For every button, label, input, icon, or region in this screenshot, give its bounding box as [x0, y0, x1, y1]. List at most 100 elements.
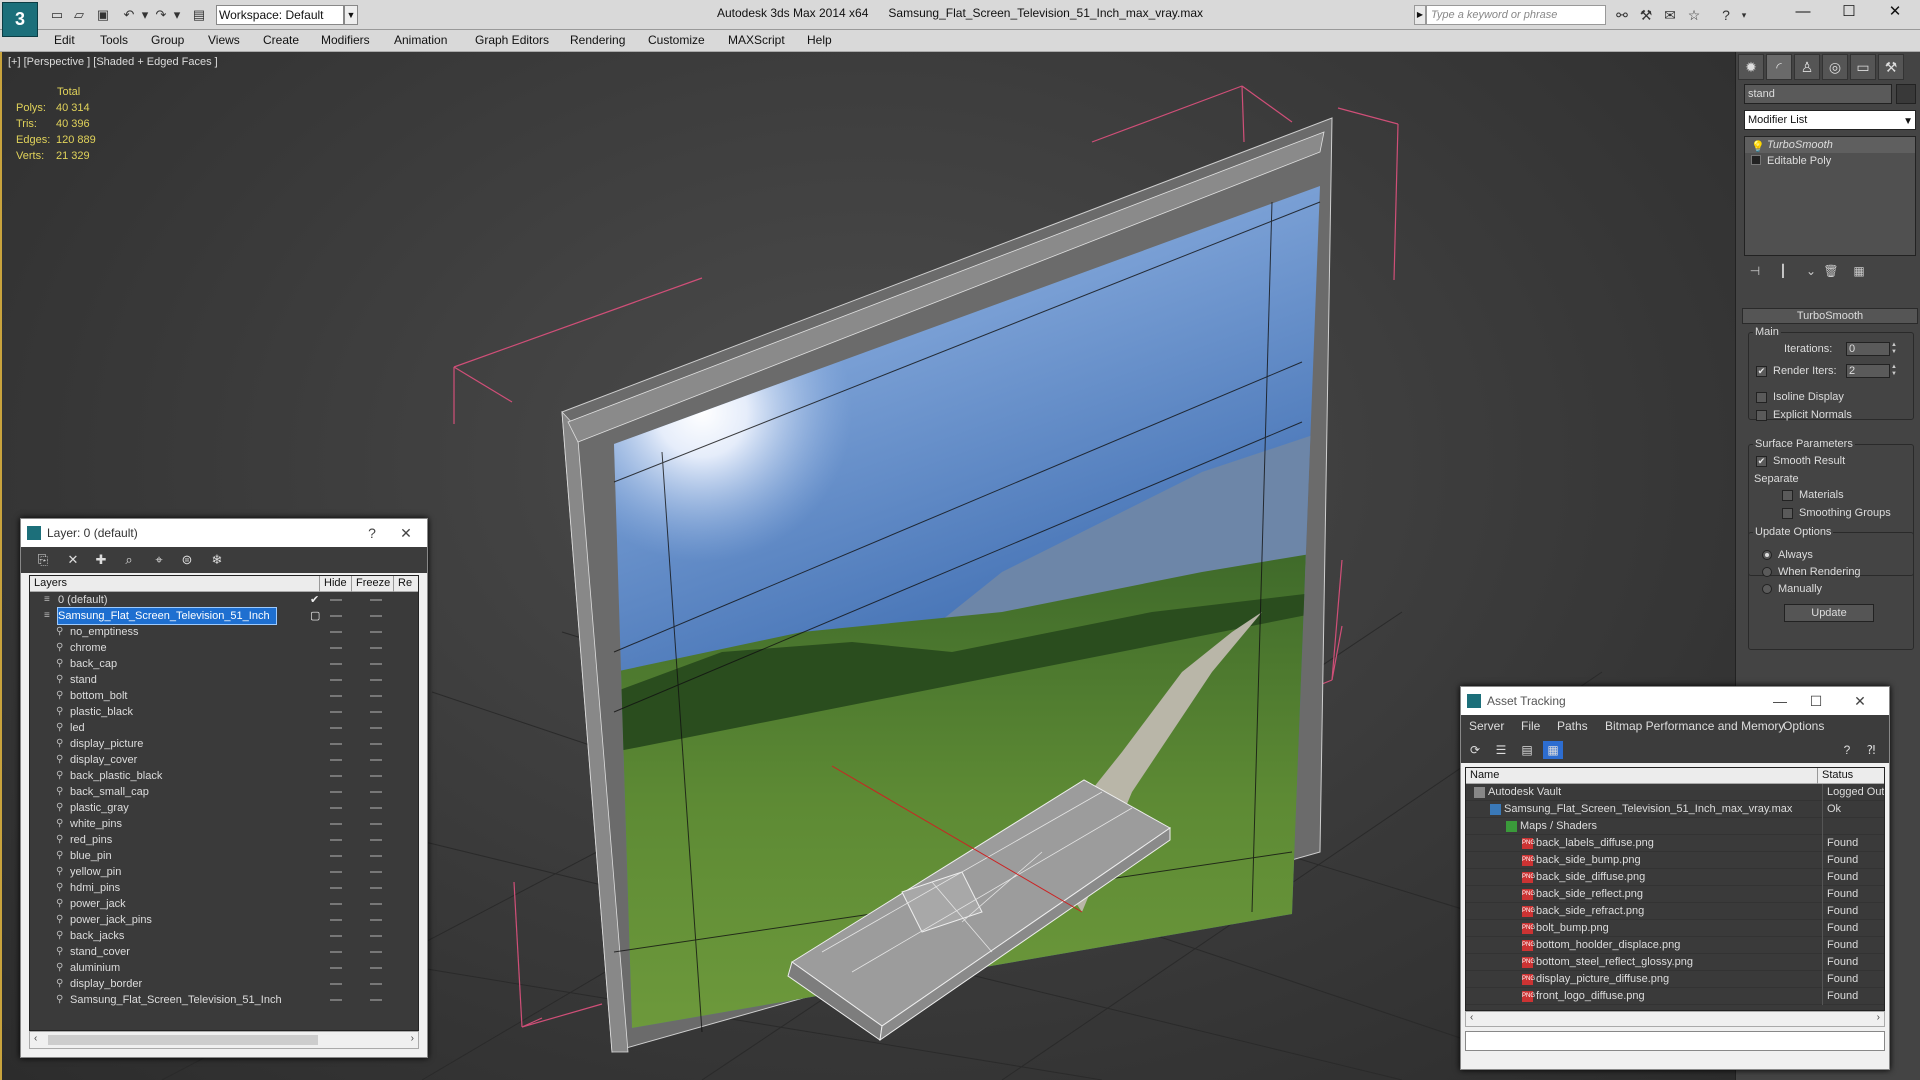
layer-name[interactable]: display_border [70, 976, 142, 992]
layer-row[interactable]: ⚲ back_jacks [30, 928, 418, 944]
hide-toggle[interactable] [330, 839, 342, 841]
layer-row[interactable]: ⚲ display_cover [30, 752, 418, 768]
layer-name[interactable]: plastic_black [70, 704, 133, 720]
checkbox-icon[interactable] [1756, 391, 1767, 403]
layer-row[interactable]: ⚲ blue_pin [30, 848, 418, 864]
layer-name[interactable]: back_plastic_black [70, 768, 162, 784]
freeze-toggle[interactable] [370, 903, 382, 905]
hide-toggle[interactable] [330, 775, 342, 777]
menu-animation[interactable]: Animation [394, 30, 447, 52]
help-icon[interactable]: ? [1716, 6, 1736, 24]
create-layer-icon[interactable]: ⎘ [33, 551, 53, 569]
layer-name[interactable]: plastic_gray [70, 800, 129, 816]
redo-dropdown-icon[interactable]: ▾ [168, 6, 186, 24]
configure-sets-icon[interactable]: ▦ [1848, 264, 1870, 282]
layer-row[interactable]: ⚲ stand [30, 672, 418, 688]
column-name[interactable]: Name [1466, 768, 1818, 784]
close-icon[interactable]: ✕ [1872, 0, 1918, 26]
freeze-toggle[interactable] [370, 647, 382, 649]
hide-toggle[interactable] [330, 935, 342, 937]
freeze-toggle[interactable] [370, 599, 382, 601]
menu-customize[interactable]: Customize [648, 30, 705, 52]
smooth-result-checkbox[interactable]: ✔ Smooth Result [1756, 454, 1845, 468]
hide-toggle[interactable] [330, 615, 342, 617]
minimize-icon[interactable]: — [1765, 687, 1795, 715]
hide-toggle[interactable] [330, 631, 342, 633]
freeze-toggle[interactable] [370, 951, 382, 953]
layer-row[interactable]: ⚲ power_jack_pins [30, 912, 418, 928]
freeze-toggle[interactable] [370, 775, 382, 777]
scroll-left-icon[interactable]: ‹ [1470, 1012, 1473, 1023]
open-file-icon[interactable]: ▱ [70, 6, 88, 24]
asset-row[interactable]: PNGback_side_diffuse.png Found [1466, 869, 1884, 886]
layer-row[interactable]: ⚲ power_jack [30, 896, 418, 912]
asset-row[interactable]: PNGdisplay_picture_diffuse.png Found [1466, 971, 1884, 988]
asset-window-titlebar[interactable]: Asset Tracking — ☐ ✕ [1461, 687, 1889, 715]
layer-row[interactable]: ≡ 0 (default) ✔ [30, 592, 418, 608]
favorites-star-icon[interactable]: ☆ [1684, 6, 1704, 24]
layer-row[interactable]: ⚲ aluminium [30, 960, 418, 976]
freeze-toggle[interactable] [370, 855, 382, 857]
freeze-toggle[interactable] [370, 807, 382, 809]
iterations-spinner[interactable]: 0 [1846, 342, 1890, 356]
refresh-icon[interactable]: ⟳ [1465, 741, 1485, 759]
layer-row[interactable]: ⚲ plastic_black [30, 704, 418, 720]
current-layer-check-icon[interactable]: ✔ [310, 592, 319, 608]
menu-create[interactable]: Create [263, 30, 299, 52]
spinner-arrows-icon[interactable]: ▲ ▼ [1890, 342, 1898, 356]
hide-toggle[interactable] [330, 599, 342, 601]
menu-views[interactable]: Views [208, 30, 240, 52]
layer-name[interactable]: hdmi_pins [70, 880, 120, 896]
utilities-tab-icon[interactable]: ⚒ [1878, 54, 1904, 80]
layer-name[interactable]: back_small_cap [70, 784, 149, 800]
select-objects-icon[interactable]: ⌕ [119, 551, 139, 569]
column-render[interactable]: Re [394, 576, 418, 592]
create-tab-icon[interactable]: ✹ [1738, 54, 1764, 80]
asset-row[interactable]: Samsung_Flat_Screen_Television_51_Inch_m… [1466, 801, 1884, 818]
project-folder-icon[interactable]: ▤ [190, 6, 208, 24]
hide-toggle[interactable] [330, 807, 342, 809]
always-radio[interactable]: Always [1762, 548, 1813, 562]
asset-status-field[interactable] [1465, 1031, 1885, 1051]
help-icon[interactable]: ? [357, 519, 387, 547]
asset-row[interactable]: PNGbottom_hoolder_displace.png Found [1466, 937, 1884, 954]
render-iters-checkbox[interactable]: ✔ Render Iters: [1756, 364, 1837, 378]
hide-toggle[interactable] [330, 727, 342, 729]
column-status[interactable]: Status [1818, 768, 1884, 784]
manually-radio[interactable]: Manually [1762, 582, 1822, 596]
add-to-layer-icon[interactable]: ✚ [91, 551, 111, 569]
layer-row[interactable]: ⚲ back_plastic_black [30, 768, 418, 784]
hide-toggle[interactable] [330, 695, 342, 697]
menu-graph-editors[interactable]: Graph Editors [475, 30, 549, 52]
layer-row[interactable]: ⚲ display_border [30, 976, 418, 992]
layer-name[interactable]: back_cap [70, 656, 117, 672]
maximize-icon[interactable]: ☐ [1826, 0, 1872, 26]
layer-row[interactable]: ⚲ back_cap [30, 656, 418, 672]
render-iters-spinner[interactable]: 2 [1846, 364, 1890, 378]
checkbox-icon[interactable] [1782, 507, 1793, 519]
layer-name[interactable]: no_emptiness [70, 624, 139, 640]
freeze-toggle[interactable] [370, 663, 382, 665]
smoothing-groups-checkbox[interactable]: Smoothing Groups [1782, 506, 1891, 520]
hide-toggle[interactable] [330, 871, 342, 873]
stack-item-turbosmooth[interactable]: 💡 TurboSmooth [1745, 137, 1915, 153]
column-hide[interactable]: Hide [320, 576, 352, 592]
binoculars-icon[interactable]: ⚯ [1612, 6, 1632, 24]
layer-row[interactable]: ⚲ led [30, 720, 418, 736]
freeze-toggle[interactable] [370, 839, 382, 841]
freeze-toggle[interactable] [370, 887, 382, 889]
spinner-arrows-icon[interactable]: ▲ ▼ [1890, 364, 1898, 378]
menu-maxscript[interactable]: MAXScript [728, 30, 785, 52]
layer-name[interactable]: red_pins [70, 832, 112, 848]
layer-row[interactable]: ⚲ hdmi_pins [30, 880, 418, 896]
layer-name[interactable]: back_jacks [70, 928, 124, 944]
asset-row[interactable]: PNGback_labels_diffuse.png Found [1466, 835, 1884, 852]
layer-name[interactable]: white_pins [70, 816, 122, 832]
column-freeze[interactable]: Freeze [352, 576, 394, 592]
hide-toggle[interactable] [330, 855, 342, 857]
layer-row[interactable]: ⚲ no_emptiness [30, 624, 418, 640]
freeze-toggle[interactable] [370, 791, 382, 793]
checkbox-icon[interactable] [1756, 409, 1767, 421]
radio-icon[interactable] [1762, 584, 1772, 595]
layer-row[interactable]: ⚲ display_picture [30, 736, 418, 752]
